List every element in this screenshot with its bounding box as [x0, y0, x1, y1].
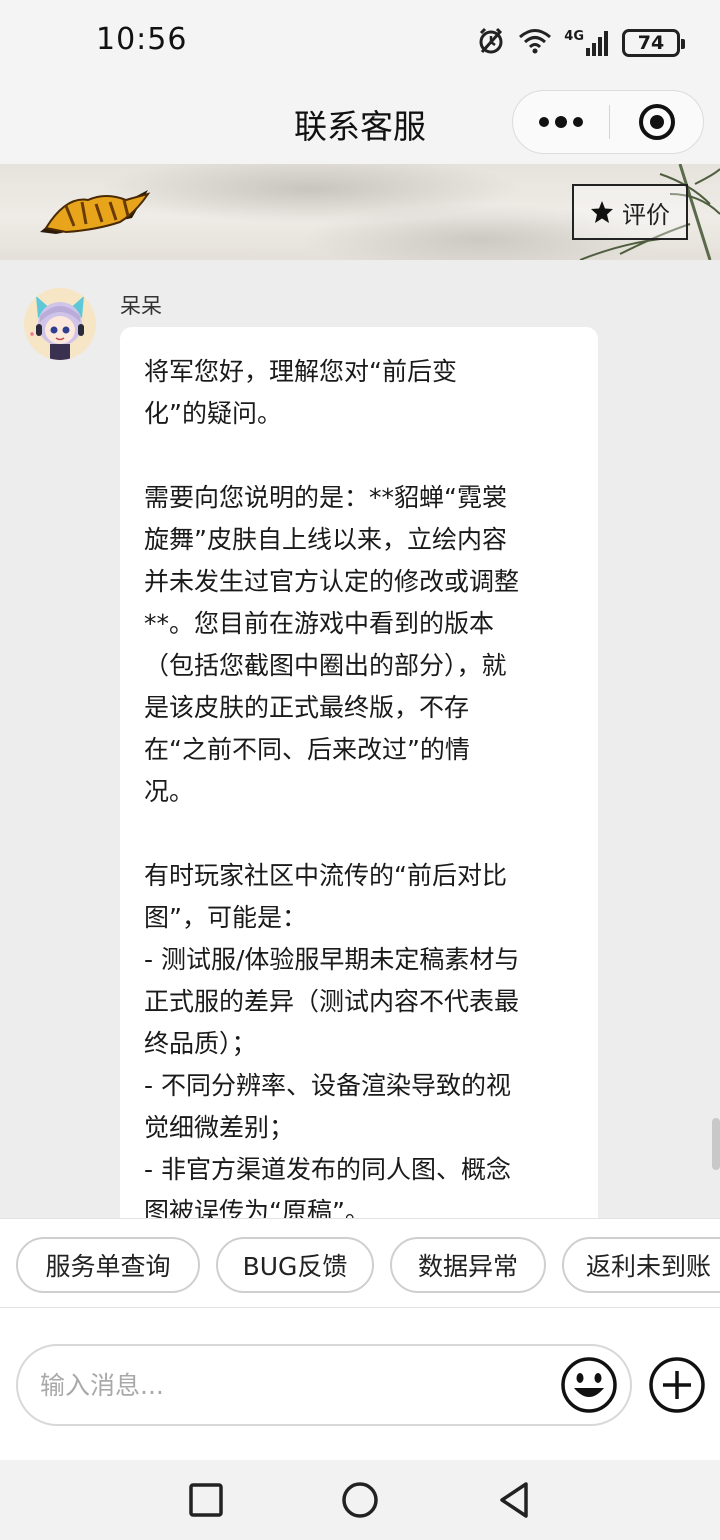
message-line: - 不同分辨率、设备渲染导致的视 — [144, 1071, 511, 1100]
message-input[interactable] — [40, 1346, 560, 1424]
star-icon — [591, 201, 613, 223]
quick-reply-bar[interactable]: 服务单查询 BUG反馈 数据异常 返利未到账 — [0, 1218, 720, 1308]
message-line: 觉细微差别； — [144, 1113, 295, 1142]
scrollbar[interactable] — [712, 1118, 720, 1170]
message-line: 况。 — [144, 777, 195, 806]
message-line: 是该皮肤的正式最终版，不存 — [144, 693, 470, 722]
alarm-icon — [476, 26, 506, 60]
quick-reply-bug-report[interactable]: BUG反馈 — [216, 1237, 374, 1293]
mini-program-capsule — [512, 90, 704, 154]
game-logo — [40, 190, 151, 234]
chat-area[interactable]: 呆呆 将军您好，理解您对“前后变 化”的疑问。 需要向您说明的是：**貂蝉“霓裳… — [0, 260, 720, 1218]
recents-icon[interactable] — [186, 1480, 226, 1520]
avatar[interactable] — [24, 288, 96, 360]
battery-level: 74 — [637, 32, 665, 54]
more-button[interactable] — [513, 91, 608, 153]
message-line: 图被误传为“原稿”。 — [144, 1197, 370, 1218]
message-line: 旋舞”皮肤自上线以来，立绘内容 — [144, 525, 507, 554]
signal-4g-icon: 4G — [564, 30, 610, 56]
rate-button[interactable]: 评价 — [572, 184, 688, 240]
more-icon — [538, 117, 549, 127]
message-line: 终品质）； — [144, 1029, 257, 1058]
emoji-icon[interactable] — [560, 1356, 618, 1414]
message-line: 在“之前不同、后来改过”的情 — [144, 735, 470, 764]
agent-avatar-image — [24, 288, 96, 360]
plus-icon[interactable] — [648, 1356, 706, 1414]
close-mini-program-icon[interactable] — [639, 104, 675, 140]
battery-icon: 74 — [622, 29, 685, 57]
message-bubble[interactable]: 将军您好，理解您对“前后变 化”的疑问。 需要向您说明的是：**貂蝉“霓裳 旋舞… — [120, 327, 598, 1218]
back-icon[interactable] — [494, 1480, 534, 1520]
network-label: 4G — [564, 29, 584, 44]
home-icon[interactable] — [340, 1480, 380, 1520]
input-bar — [0, 1308, 720, 1460]
message-line: 有时玩家社区中流传的“前后对比 — [144, 861, 507, 890]
message-line: 化”的疑问。 — [144, 399, 282, 428]
message-line: 图”，可能是： — [144, 903, 307, 932]
message-line: - 非官方渠道发布的同人图、概念 — [144, 1155, 511, 1184]
capsule-divider — [609, 105, 610, 139]
status-icons: 4G 74 — [476, 26, 685, 60]
quick-reply-rebate-missing[interactable]: 返利未到账 — [562, 1237, 720, 1293]
system-nav-bar — [0, 1460, 720, 1540]
rate-label: 评价 — [622, 200, 670, 229]
quick-reply-order-query[interactable]: 服务单查询 — [16, 1237, 200, 1293]
message-input-wrapper[interactable] — [16, 1344, 632, 1426]
nav-bar: 联系客服 — [0, 86, 720, 164]
quick-reply-data-anomaly[interactable]: 数据异常 — [390, 1237, 546, 1293]
game-banner: 评价 — [0, 164, 720, 260]
message-line: 将军您好，理解您对“前后变 — [144, 357, 457, 386]
message-line: 需要向您说明的是：**貂蝉“霓裳 — [144, 483, 507, 512]
message-line: （包括您截图中圈出的部分），就 — [144, 651, 507, 680]
status-bar: 10:56 4G 74 — [0, 0, 720, 86]
message-line: 正式服的差异（测试内容不代表最 — [144, 987, 520, 1016]
message-line: 并未发生过官方认定的修改或调整 — [144, 567, 520, 596]
status-time: 10:56 — [96, 22, 188, 57]
wifi-icon — [518, 27, 552, 59]
sender-name: 呆呆 — [120, 294, 162, 318]
message-line: - 测试服/体验服早期未定稿素材与 — [144, 945, 520, 974]
message-line: **。您目前在游戏中看到的版本 — [144, 609, 495, 638]
